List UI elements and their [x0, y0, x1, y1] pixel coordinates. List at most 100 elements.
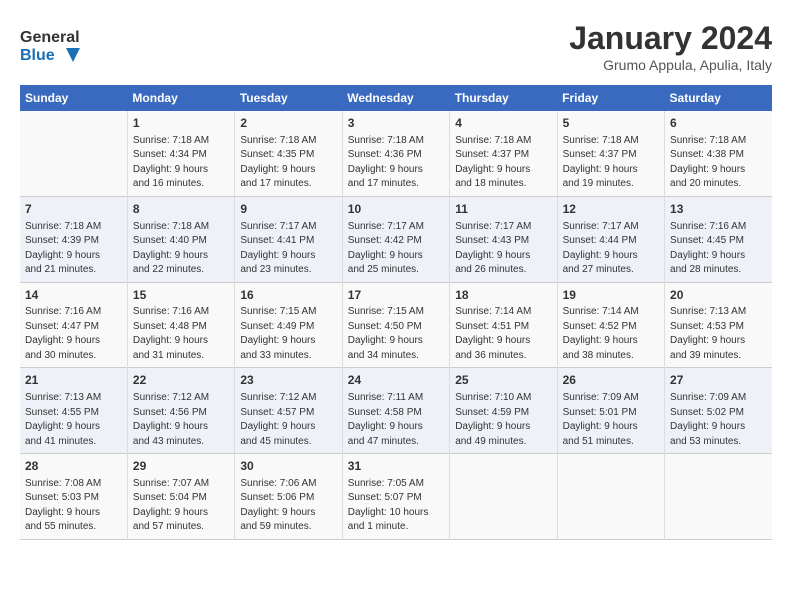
calendar-cell: 25 Sunrise: 7:10 AM Sunset: 4:59 PM Dayli… [450, 368, 557, 454]
day-number: 21 [25, 372, 122, 389]
day-number: 2 [240, 115, 336, 132]
calendar-cell: 5 Sunrise: 7:18 AM Sunset: 4:37 PM Daylig… [557, 111, 664, 196]
day-number: 3 [348, 115, 444, 132]
day-number: 12 [563, 201, 659, 218]
day-number: 11 [455, 201, 551, 218]
day-number: 4 [455, 115, 551, 132]
day-info: Sunrise: 7:06 AM Sunset: 5:06 PM Dayligh… [240, 477, 336, 535]
day-info: Sunrise: 7:08 AM Sunset: 5:03 PM Dayligh… [25, 477, 122, 535]
day-info: Sunrise: 7:09 AM Sunset: 5:02 PM Dayligh… [670, 391, 767, 449]
day-number: 16 [240, 287, 336, 304]
day-info: Sunrise: 7:16 AM Sunset: 4:47 PM Dayligh… [25, 305, 122, 363]
calendar-cell: 3 Sunrise: 7:18 AM Sunset: 4:36 PM Daylig… [342, 111, 449, 196]
calendar-week-2: 7Sunrise: 7:18 AM Sunset: 4:39 PM Daylig… [20, 196, 772, 282]
day-info: Sunrise: 7:18 AM Sunset: 4:37 PM Dayligh… [455, 134, 551, 192]
day-number: 29 [133, 458, 229, 475]
calendar-cell: 13 Sunrise: 7:16 AM Sunset: 4:45 PM Dayli… [665, 196, 772, 282]
day-number: 10 [348, 201, 444, 218]
header-saturday: Saturday [665, 85, 772, 111]
logo: General Blue [20, 20, 80, 75]
header-friday: Friday [557, 85, 664, 111]
day-info: Sunrise: 7:17 AM Sunset: 4:42 PM Dayligh… [348, 220, 444, 278]
svg-text:Blue: Blue [20, 47, 55, 64]
calendar-header-row: SundayMondayTuesdayWednesdayThursdayFrid… [20, 85, 772, 111]
calendar-cell [557, 454, 664, 540]
day-info: Sunrise: 7:18 AM Sunset: 4:34 PM Dayligh… [133, 134, 229, 192]
calendar-cell: 26Sunrise: 7:09 AM Sunset: 5:01 PM Dayli… [557, 368, 664, 454]
calendar-cell: 1Sunrise: 7:18 AM Sunset: 4:34 PM Daylig… [127, 111, 234, 196]
day-info: Sunrise: 7:12 AM Sunset: 4:56 PM Dayligh… [133, 391, 229, 449]
calendar-cell: 11 Sunrise: 7:17 AM Sunset: 4:43 PM Dayli… [450, 196, 557, 282]
day-info: Sunrise: 7:18 AM Sunset: 4:37 PM Dayligh… [563, 134, 659, 192]
day-info: Sunrise: 7:17 AM Sunset: 4:43 PM Dayligh… [455, 220, 551, 278]
calendar-cell [20, 111, 127, 196]
calendar-cell: 10 Sunrise: 7:17 AM Sunset: 4:42 PM Dayli… [342, 196, 449, 282]
day-info: Sunrise: 7:05 AM Sunset: 5:07 PM Dayligh… [348, 477, 444, 535]
day-info: Sunrise: 7:18 AM Sunset: 4:39 PM Dayligh… [25, 220, 122, 278]
day-number: 14 [25, 287, 122, 304]
day-number: 8 [133, 201, 229, 218]
day-number: 28 [25, 458, 122, 475]
calendar-cell: 8 Sunrise: 7:18 AM Sunset: 4:40 PM Daylig… [127, 196, 234, 282]
calendar-cell: 22 Sunrise: 7:12 AM Sunset: 4:56 PM Dayli… [127, 368, 234, 454]
day-number: 30 [240, 458, 336, 475]
calendar-week-5: 28 Sunrise: 7:08 AM Sunset: 5:03 PM Dayli… [20, 454, 772, 540]
calendar-cell: 20Sunrise: 7:13 AM Sunset: 4:53 PM Dayli… [665, 282, 772, 368]
calendar-cell: 21 Sunrise: 7:13 AM Sunset: 4:55 PM Dayli… [20, 368, 127, 454]
title-section: January 2024 Grumo Appula, Apulia, Italy [569, 20, 772, 73]
day-number: 22 [133, 372, 229, 389]
calendar-cell: 15Sunrise: 7:16 AM Sunset: 4:48 PM Dayli… [127, 282, 234, 368]
calendar-cell: 4 Sunrise: 7:18 AM Sunset: 4:37 PM Daylig… [450, 111, 557, 196]
calendar-cell [665, 454, 772, 540]
day-number: 26 [563, 372, 659, 389]
calendar-cell: 2 Sunrise: 7:18 AM Sunset: 4:35 PM Daylig… [235, 111, 342, 196]
header-monday: Monday [127, 85, 234, 111]
day-info: Sunrise: 7:18 AM Sunset: 4:36 PM Dayligh… [348, 134, 444, 192]
day-info: Sunrise: 7:18 AM Sunset: 4:35 PM Dayligh… [240, 134, 336, 192]
day-number: 17 [348, 287, 444, 304]
svg-text:General: General [20, 29, 80, 46]
header-tuesday: Tuesday [235, 85, 342, 111]
day-number: 25 [455, 372, 551, 389]
day-number: 5 [563, 115, 659, 132]
calendar-cell: 17Sunrise: 7:15 AM Sunset: 4:50 PM Dayli… [342, 282, 449, 368]
header-sunday: Sunday [20, 85, 127, 111]
calendar-cell: 23 Sunrise: 7:12 AM Sunset: 4:57 PM Dayli… [235, 368, 342, 454]
day-number: 18 [455, 287, 551, 304]
calendar-week-4: 21 Sunrise: 7:13 AM Sunset: 4:55 PM Dayli… [20, 368, 772, 454]
header-wednesday: Wednesday [342, 85, 449, 111]
day-info: Sunrise: 7:16 AM Sunset: 4:45 PM Dayligh… [670, 220, 767, 278]
calendar-cell: 9Sunrise: 7:17 AM Sunset: 4:41 PM Daylig… [235, 196, 342, 282]
calendar-cell: 7Sunrise: 7:18 AM Sunset: 4:39 PM Daylig… [20, 196, 127, 282]
day-info: Sunrise: 7:17 AM Sunset: 4:44 PM Dayligh… [563, 220, 659, 278]
day-number: 9 [240, 201, 336, 218]
day-info: Sunrise: 7:18 AM Sunset: 4:38 PM Dayligh… [670, 134, 767, 192]
day-info: Sunrise: 7:14 AM Sunset: 4:52 PM Dayligh… [563, 305, 659, 363]
calendar-cell: 19Sunrise: 7:14 AM Sunset: 4:52 PM Dayli… [557, 282, 664, 368]
calendar-cell: 6 Sunrise: 7:18 AM Sunset: 4:38 PM Daylig… [665, 111, 772, 196]
day-number: 24 [348, 372, 444, 389]
day-number: 13 [670, 201, 767, 218]
day-number: 20 [670, 287, 767, 304]
page-subtitle: Grumo Appula, Apulia, Italy [569, 57, 772, 73]
day-info: Sunrise: 7:16 AM Sunset: 4:48 PM Dayligh… [133, 305, 229, 363]
day-number: 6 [670, 115, 767, 132]
day-info: Sunrise: 7:15 AM Sunset: 4:50 PM Dayligh… [348, 305, 444, 363]
day-info: Sunrise: 7:07 AM Sunset: 5:04 PM Dayligh… [133, 477, 229, 535]
calendar-week-1: 1Sunrise: 7:18 AM Sunset: 4:34 PM Daylig… [20, 111, 772, 196]
day-info: Sunrise: 7:10 AM Sunset: 4:59 PM Dayligh… [455, 391, 551, 449]
calendar-cell: 28 Sunrise: 7:08 AM Sunset: 5:03 PM Dayli… [20, 454, 127, 540]
day-info: Sunrise: 7:18 AM Sunset: 4:40 PM Dayligh… [133, 220, 229, 278]
calendar-table: SundayMondayTuesdayWednesdayThursdayFrid… [20, 85, 772, 540]
day-info: Sunrise: 7:12 AM Sunset: 4:57 PM Dayligh… [240, 391, 336, 449]
calendar-week-3: 14Sunrise: 7:16 AM Sunset: 4:47 PM Dayli… [20, 282, 772, 368]
day-number: 27 [670, 372, 767, 389]
calendar-cell: 31Sunrise: 7:05 AM Sunset: 5:07 PM Dayli… [342, 454, 449, 540]
calendar-cell: 30 Sunrise: 7:06 AM Sunset: 5:06 PM Dayli… [235, 454, 342, 540]
day-number: 23 [240, 372, 336, 389]
day-info: Sunrise: 7:13 AM Sunset: 4:55 PM Dayligh… [25, 391, 122, 449]
page-header: General Blue January 2024 Grumo Appula, … [20, 20, 772, 75]
day-number: 19 [563, 287, 659, 304]
day-info: Sunrise: 7:14 AM Sunset: 4:51 PM Dayligh… [455, 305, 551, 363]
calendar-cell: 29 Sunrise: 7:07 AM Sunset: 5:04 PM Dayli… [127, 454, 234, 540]
